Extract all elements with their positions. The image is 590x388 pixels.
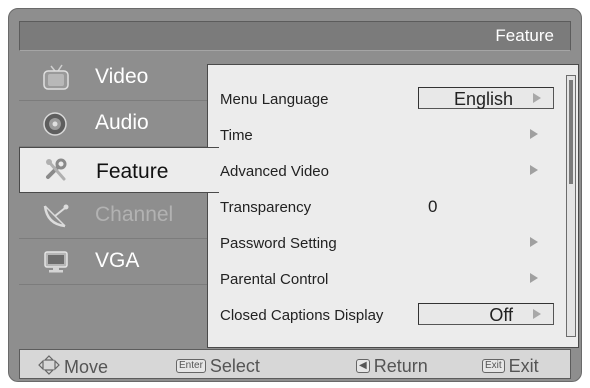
- sidebar-item-label: Audio: [95, 111, 149, 134]
- hint-select-label: Select: [209, 355, 260, 376]
- sidebar-item-feature[interactable]: Feature: [19, 147, 219, 193]
- video-icon: [41, 64, 71, 92]
- menu-row-closed-captions-display[interactable]: Closed Captions Display Off: [208, 297, 558, 333]
- menu-language-selector[interactable]: English: [418, 87, 554, 109]
- menu-row-password-setting[interactable]: Password Setting: [208, 225, 558, 261]
- key-hint-bar: Move Enter Select ◀ Return Exit Exit: [19, 349, 571, 379]
- hint-return-label: Return: [373, 355, 428, 376]
- sidebar-item-channel[interactable]: Channel: [19, 193, 209, 239]
- menu-row-menu-language[interactable]: Menu Language English: [208, 81, 558, 117]
- arrow-right-icon: [533, 93, 541, 103]
- sidebar: Video Audio Feature Channel VGA: [19, 55, 219, 346]
- hint-move: Move: [38, 355, 108, 380]
- closed-captions-selector[interactable]: Off: [418, 303, 554, 325]
- menu-row-parental-control[interactable]: Parental Control: [208, 261, 558, 297]
- menu-row-time[interactable]: Time: [208, 117, 558, 153]
- move-arrows-icon: [38, 355, 60, 380]
- hint-return: ◀ Return: [356, 355, 428, 377]
- audio-icon: [41, 110, 71, 138]
- title-bar: Feature: [19, 21, 571, 51]
- scrollbar[interactable]: [566, 75, 576, 337]
- row-value: Off: [489, 305, 513, 325]
- hint-exit-label: Exit: [508, 355, 539, 376]
- row-label: Password Setting: [220, 235, 337, 252]
- exit-key-icon: Exit: [482, 359, 505, 374]
- row-label: Transparency: [220, 199, 312, 216]
- sidebar-item-audio[interactable]: Audio: [19, 101, 209, 147]
- row-label: Menu Language: [220, 91, 329, 108]
- row-value: English: [453, 89, 513, 109]
- return-key-icon: ◀: [356, 359, 370, 374]
- menu-title: Feature: [495, 26, 554, 45]
- transparency-value: 0: [428, 197, 438, 216]
- row-label: Parental Control: [220, 271, 329, 288]
- sidebar-item-label: Feature: [96, 160, 169, 183]
- row-label: Advanced Video: [220, 163, 329, 180]
- channel-icon: [41, 202, 71, 230]
- hint-move-label: Move: [64, 357, 109, 377]
- hint-select: Enter Select: [176, 355, 260, 377]
- sidebar-item-label: VGA: [95, 249, 140, 272]
- arrow-right-icon: [530, 273, 538, 283]
- sidebar-item-video[interactable]: Video: [19, 55, 209, 101]
- sidebar-item-label: Video: [95, 65, 149, 88]
- menu-row-transparency[interactable]: Transparency 0: [208, 189, 558, 225]
- feature-settings-panel: Menu Language English Time Advanced Vide…: [207, 64, 579, 348]
- sidebar-item-label: Channel: [95, 203, 174, 226]
- sidebar-item-vga[interactable]: VGA: [19, 239, 209, 285]
- vga-icon: [41, 248, 71, 276]
- arrow-right-icon: [533, 309, 541, 319]
- scrollbar-thumb[interactable]: [569, 80, 573, 184]
- tv-osd-menu: Feature Video Audio Feature Channel VGA …: [8, 8, 582, 382]
- arrow-right-icon: [530, 129, 538, 139]
- hint-exit: Exit Exit: [482, 355, 539, 377]
- arrow-right-icon: [530, 237, 538, 247]
- enter-key-icon: Enter: [176, 359, 206, 374]
- menu-row-advanced-video[interactable]: Advanced Video: [208, 153, 558, 189]
- row-label: Time: [220, 127, 253, 144]
- arrow-right-icon: [530, 165, 538, 175]
- row-label: Closed Captions Display: [220, 307, 384, 324]
- feature-icon: [42, 157, 72, 185]
